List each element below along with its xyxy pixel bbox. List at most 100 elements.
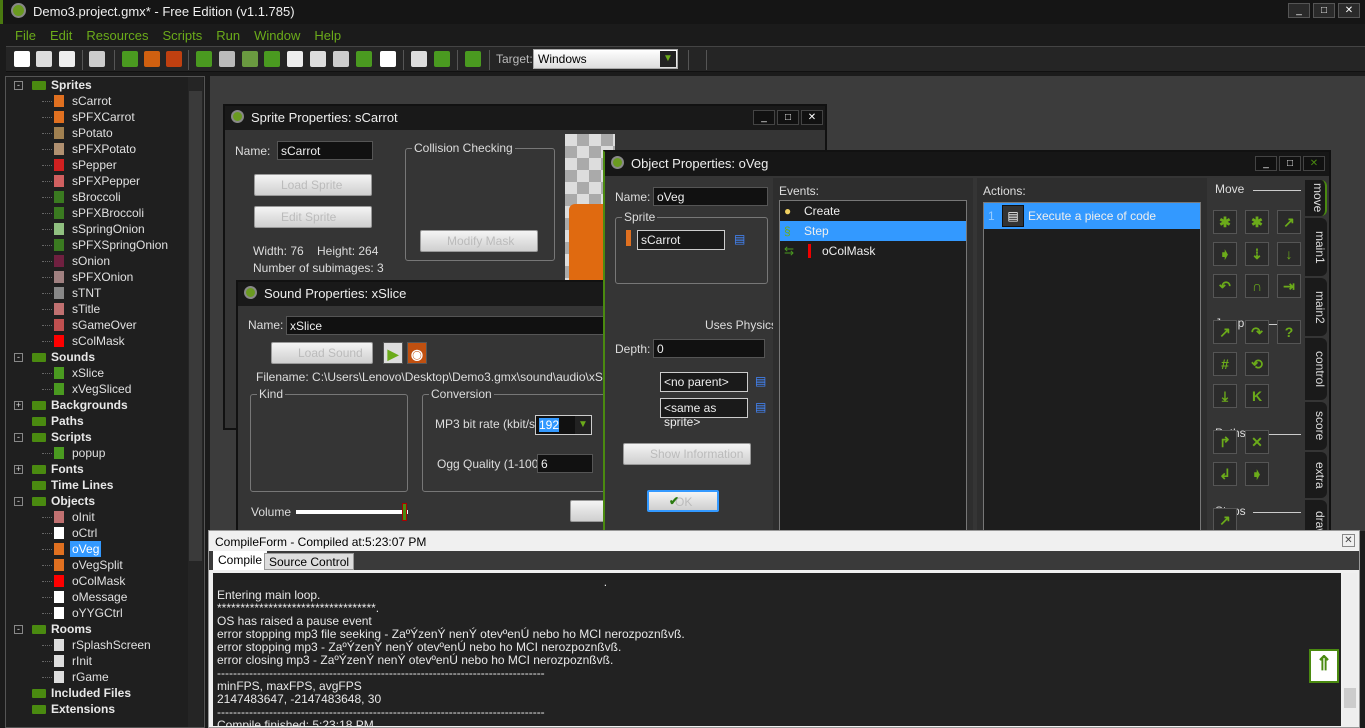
new-project-icon[interactable] [14,51,30,67]
wrap-icon[interactable]: ⟲ [1245,352,1269,376]
close-button[interactable]: ✕ [1338,3,1360,18]
tree-folder[interactable]: - Objects [6,493,204,509]
sound-name-input[interactable]: xSlice [286,316,616,335]
menu-file[interactable]: File [15,28,36,43]
speed-vertical-icon[interactable]: ⇣ [1245,242,1269,266]
stop-sound-button[interactable]: ◉ [407,342,427,364]
collapse-icon[interactable]: - [14,81,23,90]
tree-item[interactable]: rSplashScreen [6,637,204,653]
jump-random-icon[interactable]: ? [1277,320,1301,344]
minimize-button[interactable]: _ [753,110,775,125]
expand-icon[interactable]: + [14,401,23,410]
maximize-button[interactable]: □ [777,110,799,125]
tree-item[interactable]: sBroccoli [6,189,204,205]
tree-item[interactable]: sPFXOnion [6,269,204,285]
ok-button[interactable]: ✔ OK [647,490,719,512]
tree-item[interactable]: sPFXCarrot [6,109,204,125]
close-icon[interactable]: ✕ [1342,534,1355,547]
menu-run[interactable]: Run [216,28,240,43]
depth-input[interactable]: 0 [653,339,765,358]
create-room-icon[interactable] [380,51,396,67]
tree-item[interactable]: sPepper [6,157,204,173]
close-button[interactable]: ✕ [1303,156,1325,171]
move-towards-icon[interactable]: ↗ [1277,210,1301,234]
create-path-icon[interactable] [264,51,280,67]
end-path-icon[interactable]: ✕ [1245,430,1269,454]
tree-item[interactable]: rInit [6,653,204,669]
menu-scripts[interactable]: Scripts [163,28,203,43]
run-icon[interactable] [122,51,138,67]
sprite-select[interactable]: sCarrot [637,230,725,250]
tree-folder[interactable]: Paths [6,413,204,429]
reverse-horizontal-icon[interactable]: ↶ [1213,274,1237,298]
scrollbar-thumb[interactable] [189,91,202,561]
tree-item[interactable]: oVeg [6,541,204,557]
tree-folder[interactable]: Extensions [6,701,204,717]
tree-item[interactable]: xSlice [6,365,204,381]
set-path-icon[interactable]: ↱ [1213,430,1237,454]
log-scrollbar[interactable] [1343,573,1357,726]
modify-mask-button[interactable]: Modify Mask [420,230,538,252]
open-project-icon[interactable] [36,51,52,67]
create-script-icon[interactable] [287,51,303,67]
chevron-down-icon[interactable]: ▼ [575,416,591,434]
minimize-button[interactable]: _ [1255,156,1277,171]
tree-folder[interactable]: + Backgrounds [6,397,204,413]
tree-folder[interactable]: Time Lines [6,477,204,493]
create-sprite-icon[interactable] [196,51,212,67]
path-speed-icon[interactable]: ➧ [1245,462,1269,486]
scroll-up-icon[interactable]: ⇑ [1309,649,1339,683]
object-name-input[interactable]: oVeg [653,187,768,206]
tree-folder[interactable]: - Sounds [6,349,204,365]
create-timeline-icon[interactable] [333,51,349,67]
tree-scrollbar[interactable] [188,77,203,727]
tree-item[interactable]: sTNT [6,285,204,301]
close-button[interactable]: ✕ [801,110,823,125]
create-background-icon[interactable] [242,51,258,67]
help-icon[interactable] [465,51,481,67]
tree-item[interactable]: xVegSliced [6,381,204,397]
bounce-icon[interactable]: K [1245,384,1269,408]
create-object-icon[interactable] [356,51,372,67]
move-fixed-icon[interactable]: ✱ [1213,210,1237,234]
tree-item[interactable]: sPFXBroccoli [6,205,204,221]
tab-move[interactable]: move [1305,180,1327,216]
volume-slider-thumb[interactable] [402,503,407,521]
target-select[interactable]: Windows ▼ [533,49,678,69]
move-free-icon[interactable]: ✱ [1245,210,1269,234]
collapse-icon[interactable]: - [14,625,23,634]
tree-item[interactable]: sPotato [6,125,204,141]
edit-sprite-button[interactable]: Edit Sprite [254,206,372,228]
action-item[interactable]: 1 ▤ Execute a piece of code [984,203,1200,229]
menu-edit[interactable]: Edit [50,28,72,43]
menu-resources[interactable]: Resources [86,28,148,43]
tree-folder[interactable]: - Rooms [6,621,204,637]
volume-slider[interactable] [296,503,408,521]
create-executable-icon[interactable] [89,51,105,67]
sprite-name-input[interactable]: sCarrot [277,141,373,160]
align-grid-icon[interactable]: # [1213,352,1237,376]
tree-item[interactable]: sGameOver [6,317,204,333]
minimize-button[interactable]: _ [1288,3,1310,18]
tree-item[interactable]: sTitle [6,301,204,317]
jump-to-start-icon[interactable]: ↷ [1245,320,1269,344]
tree-folder[interactable]: + Fonts [6,461,204,477]
tree-item[interactable]: sPFXPotato [6,141,204,157]
tree-folder[interactable]: - Sprites [6,77,204,93]
tree-folder[interactable]: Included Files [6,685,204,701]
collapse-icon[interactable]: - [14,497,23,506]
mp3-bitrate-select[interactable]: 192 ▼ [535,415,592,435]
debug-icon[interactable] [144,51,160,67]
speed-horizontal-icon[interactable]: ➧ [1213,242,1237,266]
play-sound-button[interactable]: ▶ [383,342,403,364]
tab-control[interactable]: control [1305,338,1327,400]
collapse-icon[interactable]: - [14,353,23,362]
tab-source-control[interactable]: Source Control [264,553,355,570]
maximize-button[interactable]: □ [1279,156,1301,171]
tree-item[interactable]: sCarrot [6,93,204,109]
tab-score[interactable]: score [1305,402,1327,450]
tab-extra[interactable]: extra [1305,452,1327,498]
tab-main2[interactable]: main2 [1305,278,1327,336]
event-item[interactable]: § Step [780,221,966,241]
tree-item[interactable]: sPFXSpringOnion [6,237,204,253]
